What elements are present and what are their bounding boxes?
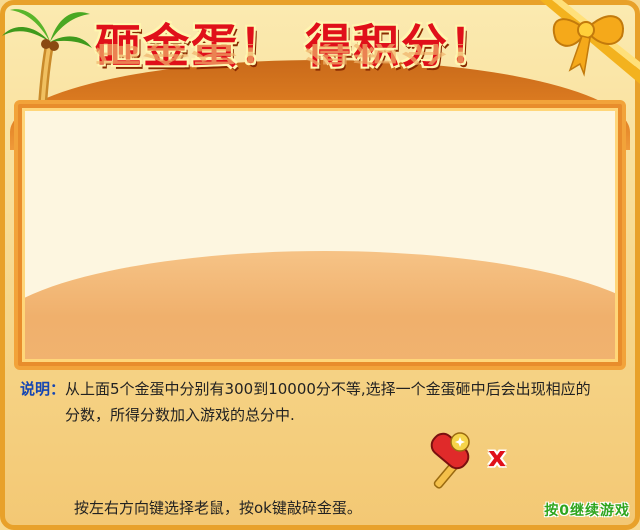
title-reflection: 砸金蛋！ 得积分！: [95, 44, 498, 68]
header-banner: 砸金蛋！ 得积分！ 砸金蛋！ 得积分！: [0, 0, 640, 150]
description-text: 从上面5个金蛋中分别有300到10000分不等,选择一个金蛋砸中后会出现相应的分…: [65, 380, 591, 424]
description-label: 说明：: [20, 380, 66, 398]
egg-area: [22, 108, 618, 362]
palm-tree-icon: [2, 9, 92, 112]
instructions-text: 按左右方向键选择老鼠，按ok键敲碎金蛋。: [74, 499, 362, 517]
hammer-icon[interactable]: [420, 432, 478, 490]
sand-ground: [25, 251, 615, 359]
ribbon-bow-icon: [540, 0, 640, 84]
continue-prompt[interactable]: 按0继续游戏: [500, 500, 630, 522]
close-icon[interactable]: x: [482, 442, 512, 472]
description: 说明： 从上面5个金蛋中分别有300到10000分不等,选择一个金蛋砸中后会出现…: [20, 376, 620, 428]
egg-board: [14, 100, 626, 370]
